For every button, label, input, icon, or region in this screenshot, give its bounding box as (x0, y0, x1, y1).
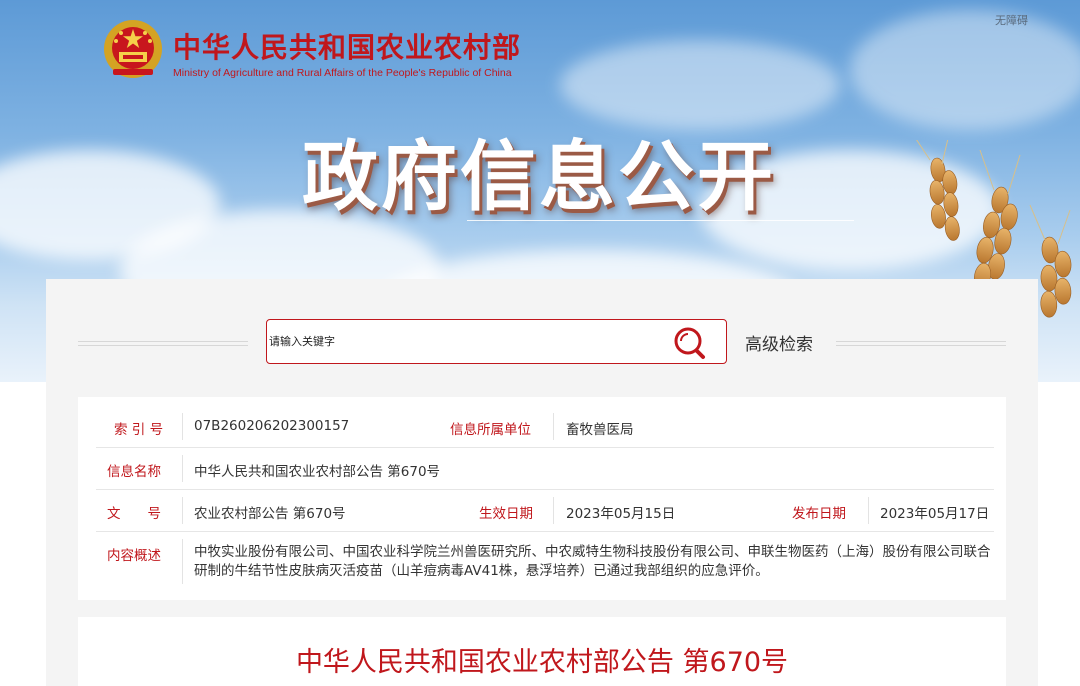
search-icon[interactable] (672, 325, 710, 361)
search-box (266, 319, 727, 364)
row-divider (96, 447, 994, 448)
divider-line (182, 413, 183, 440)
doc-number-label: 文 号 (107, 506, 161, 522)
row-divider (96, 489, 994, 490)
summary-label: 内容概述 (107, 548, 161, 564)
publish-date-value: 2023年05月17日 (880, 506, 990, 522)
info-name-label: 信息名称 (107, 464, 161, 480)
cloud (850, 10, 1080, 130)
search-input[interactable] (267, 320, 669, 363)
index-number-value: 07B260206202300157 (194, 418, 350, 434)
divider-line (182, 455, 183, 482)
divider-line (182, 539, 183, 584)
effective-date-value: 2023年05月15日 (566, 506, 676, 522)
organization-value: 畜牧兽医局 (566, 422, 634, 438)
divider-line (182, 497, 183, 524)
divider-line (78, 341, 248, 346)
document-title: 中华人民共和国农业农村部公告 第670号 (295, 647, 789, 678)
divider-line (553, 413, 554, 440)
advanced-search-link[interactable]: 高级检索 (745, 330, 813, 355)
title-underline (467, 220, 854, 221)
summary-text: 中牧实业股份有限公司、中国农业科学院兰州兽医研究所、中农威特生物科技股份有限公司… (194, 544, 991, 579)
index-number-label: 索 引 号 (114, 422, 164, 438)
accessibility-link[interactable]: 无障碍 (995, 12, 1028, 28)
info-name-value: 中华人民共和国农业农村部公告 第670号 (194, 464, 441, 480)
divider-line (868, 497, 869, 524)
divider-line (836, 341, 1006, 346)
ministry-name-cn: 中华人民共和国农业农村部 (173, 31, 522, 64)
publish-date-label: 发布日期 (792, 506, 846, 522)
ministry-name-en: Ministry of Agriculture and Rural Affair… (173, 67, 512, 79)
section-title: 政府信息公开 (302, 132, 776, 221)
doc-number-value: 农业农村部公告 第670号 (194, 506, 346, 522)
divider-line (553, 497, 554, 524)
row-divider (96, 531, 994, 532)
national-emblem-logo (104, 20, 162, 78)
effective-date-label: 生效日期 (479, 506, 533, 522)
organization-label: 信息所属单位 (450, 422, 531, 438)
